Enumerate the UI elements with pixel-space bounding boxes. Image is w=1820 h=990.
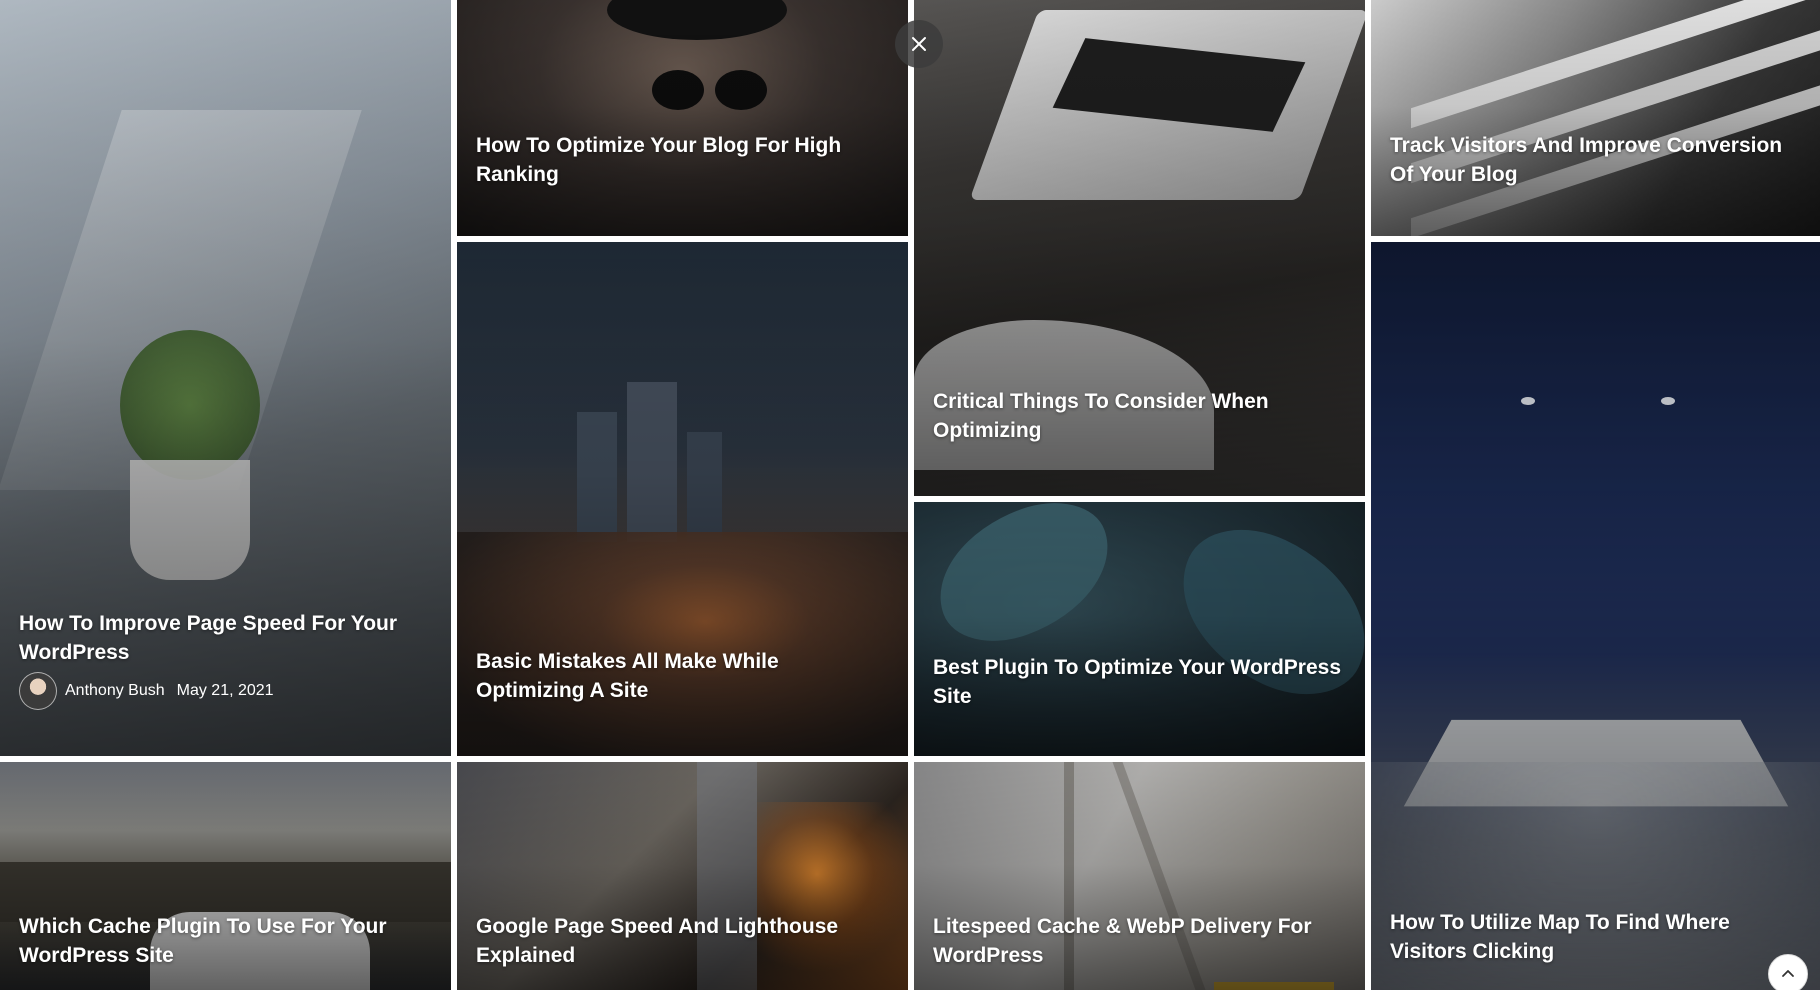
post-title[interactable]: Litespeed Cache & WebP Delivery For Word… xyxy=(933,912,1346,970)
post-card[interactable]: Which Cache Plugin To Use For Your WordP… xyxy=(0,762,451,990)
post-card[interactable]: Basic Mistakes All Make While Optimizing… xyxy=(457,242,908,756)
post-title[interactable]: Critical Things To Consider When Optimiz… xyxy=(933,387,1346,445)
post-card[interactable]: How To Optimize Your Blog For High Ranki… xyxy=(457,0,908,236)
scroll-to-top-button[interactable] xyxy=(1768,954,1808,990)
post-title[interactable]: Best Plugin To Optimize Your WordPress S… xyxy=(933,653,1346,711)
post-title[interactable]: Track Visitors And Improve Conversion Of… xyxy=(1390,131,1801,189)
post-meta: Anthony Bush May 21, 2021 xyxy=(19,672,274,710)
post-card[interactable]: Litespeed Cache & WebP Delivery For Word… xyxy=(914,762,1365,990)
post-date: May 21, 2021 xyxy=(176,682,274,699)
post-card[interactable]: Best Plugin To Optimize Your WordPress S… xyxy=(914,502,1365,756)
post-card[interactable]: Critical Things To Consider When Optimiz… xyxy=(914,0,1365,496)
image-overlay xyxy=(914,502,1365,756)
image-overlay xyxy=(457,0,908,236)
post-card[interactable]: How To Improve Page Speed For Your WordP… xyxy=(0,0,451,756)
post-title[interactable]: How To Utilize Map To Find Where Visitor… xyxy=(1390,908,1801,966)
post-card[interactable]: Google Page Speed And Lighthouse Explain… xyxy=(457,762,908,990)
post-title[interactable]: Google Page Speed And Lighthouse Explain… xyxy=(476,912,889,970)
image-overlay xyxy=(1371,0,1820,236)
chevron-up-icon xyxy=(1782,970,1794,977)
post-title[interactable]: Basic Mistakes All Make While Optimizing… xyxy=(476,647,889,705)
avatar xyxy=(19,672,57,710)
post-author[interactable]: Anthony Bush xyxy=(65,682,165,700)
post-card[interactable]: How To Utilize Map To Find Where Visitor… xyxy=(1371,242,1820,990)
image-overlay xyxy=(1371,242,1820,990)
post-title[interactable]: How To Optimize Your Blog For High Ranki… xyxy=(476,131,889,189)
post-card[interactable]: Track Visitors And Improve Conversion Of… xyxy=(1371,0,1820,236)
post-title[interactable]: How To Improve Page Speed For Your WordP… xyxy=(19,609,432,667)
post-title[interactable]: Which Cache Plugin To Use For Your WordP… xyxy=(19,912,432,970)
post-grid: How To Improve Page Speed For Your WordP… xyxy=(0,0,1820,990)
close-icon xyxy=(912,37,926,51)
close-button[interactable] xyxy=(895,20,943,68)
